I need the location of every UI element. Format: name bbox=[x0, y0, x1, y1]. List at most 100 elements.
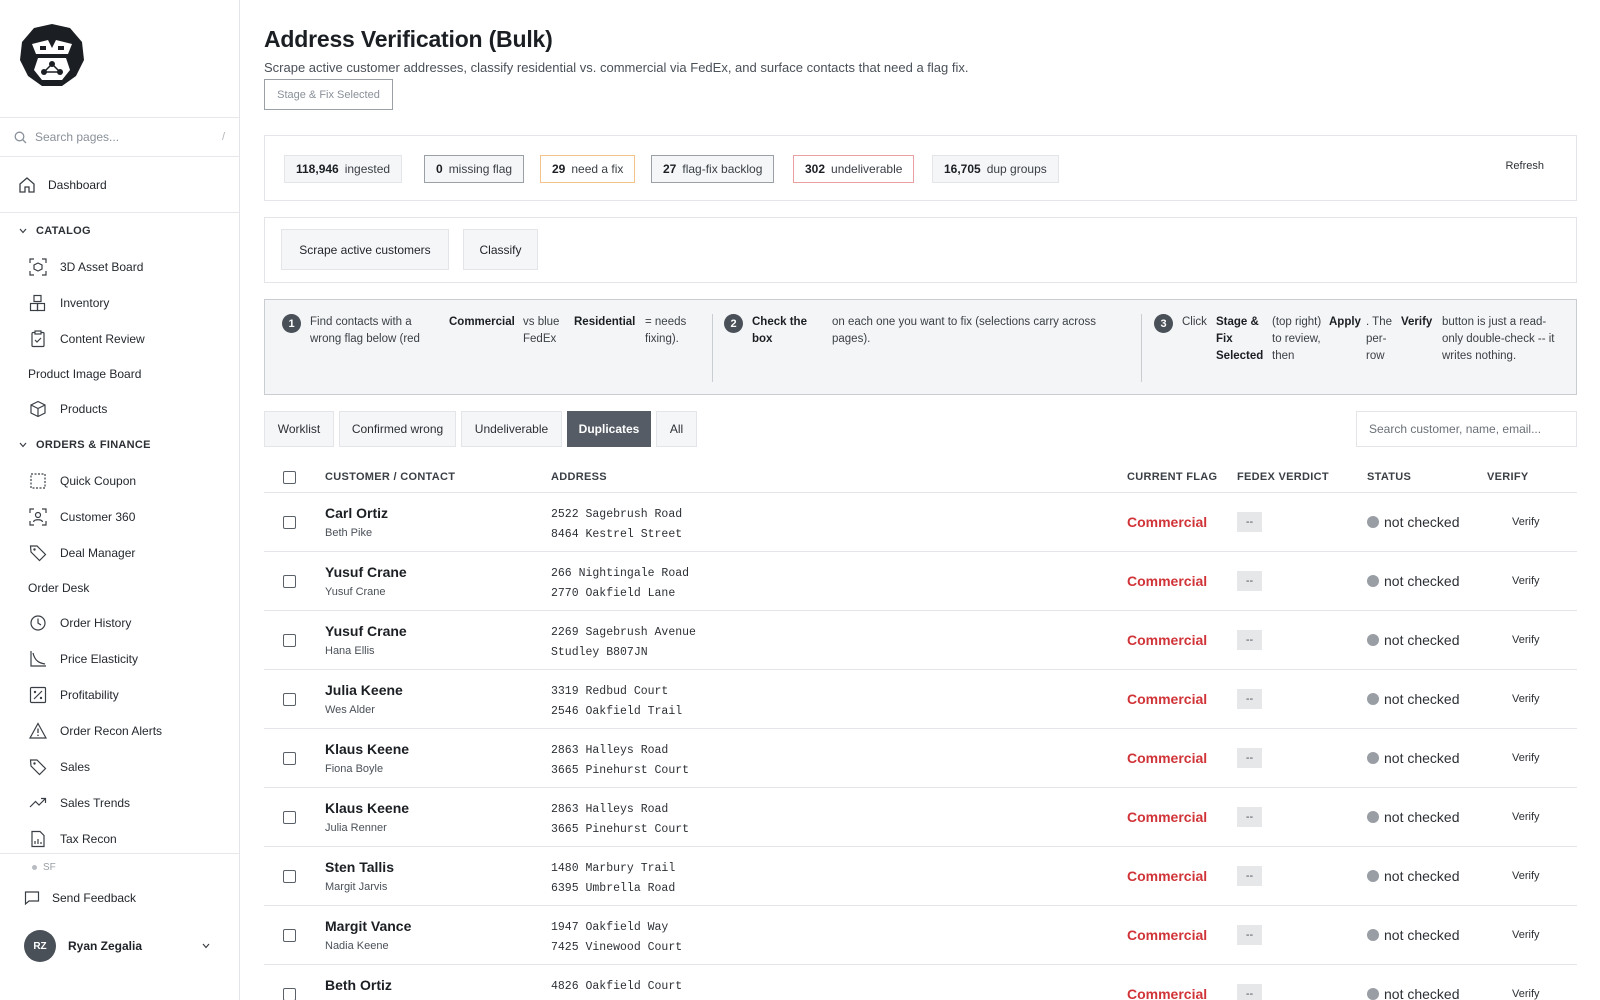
step-text-strong: Commercial bbox=[449, 316, 515, 328]
tab-undeliverable[interactable]: Undeliverable bbox=[461, 411, 562, 447]
row-checkbox[interactable] bbox=[283, 929, 296, 942]
row-checkbox[interactable] bbox=[283, 516, 296, 529]
sidebar-search-input[interactable]: Search pages... bbox=[35, 130, 214, 144]
customer-name[interactable]: Yusuf Crane bbox=[325, 623, 407, 639]
tab-worklist[interactable]: Worklist bbox=[264, 411, 334, 447]
stat-undeliverable[interactable]: 302 undeliverable bbox=[793, 155, 915, 183]
customer-name[interactable]: Sten Tallis bbox=[325, 859, 394, 875]
sidebar-item-label: Quick Coupon bbox=[60, 474, 137, 488]
customer-name[interactable]: Klaus Keene bbox=[325, 741, 409, 757]
status-text: not checked bbox=[1384, 632, 1460, 648]
sidebar-item-order-desk[interactable]: Order Desk bbox=[0, 571, 239, 605]
sidebar-item-order-history[interactable]: Order History bbox=[0, 605, 239, 641]
address-line-2: 2546 Oakfield Trail bbox=[551, 705, 683, 718]
status-cell: not checked bbox=[1367, 573, 1460, 589]
row-checkbox[interactable] bbox=[283, 811, 296, 824]
user-menu[interactable]: RZ Ryan Zegalia bbox=[0, 916, 239, 976]
stat-label: dup groups bbox=[986, 162, 1047, 176]
sidebar-item-quick-coupon[interactable]: Quick Coupon bbox=[0, 463, 239, 499]
tab-duplicates[interactable]: Duplicates bbox=[567, 411, 651, 447]
sidebar-item-3d-asset-board[interactable]: 3D Asset Board bbox=[0, 249, 239, 285]
verify-button[interactable]: Verify bbox=[1512, 516, 1540, 528]
address-line-1: 3319 Redbud Court bbox=[551, 685, 669, 698]
customer-name[interactable]: Margit Vance bbox=[325, 918, 411, 934]
sidebar-item-products[interactable]: Products bbox=[0, 391, 239, 427]
sidebar-search[interactable]: Search pages... / bbox=[0, 118, 239, 157]
chevron-down-icon bbox=[19, 228, 27, 234]
verify-button[interactable]: Verify bbox=[1512, 693, 1540, 705]
row-checkbox[interactable] bbox=[283, 870, 296, 883]
current-flag: Commercial bbox=[1127, 632, 1208, 648]
refresh-button[interactable]: Refresh bbox=[1505, 160, 1544, 172]
tab-all[interactable]: All bbox=[656, 411, 697, 447]
sidebar-nav: CATALOG 3D Asset Board Inventory Content… bbox=[0, 213, 239, 853]
step-text: . The per-row bbox=[1366, 316, 1392, 362]
classify-button[interactable]: Classify bbox=[463, 229, 538, 270]
customer-search-input[interactable] bbox=[1356, 411, 1577, 447]
status-dot-icon bbox=[1367, 752, 1379, 764]
verify-button[interactable]: Verify bbox=[1512, 870, 1540, 882]
gorilla-logo-icon[interactable] bbox=[18, 22, 86, 88]
sidebar-item-dashboard[interactable]: Dashboard bbox=[0, 157, 239, 213]
address-table: CUSTOMER / CONTACT ADDRESS CURRENT FLAG … bbox=[264, 462, 1577, 1000]
current-flag: Commercial bbox=[1127, 573, 1208, 589]
verify-button[interactable]: Verify bbox=[1512, 811, 1540, 823]
sidebar-item-sales-trends[interactable]: Sales Trends bbox=[0, 785, 239, 821]
row-checkbox[interactable] bbox=[283, 634, 296, 647]
sidebar-item-tax-recon[interactable]: Tax Recon bbox=[0, 821, 239, 853]
address-line-2: 6395 Umbrella Road bbox=[551, 882, 676, 895]
sidebar-item-content-review[interactable]: Content Review bbox=[0, 321, 239, 357]
address-cell: 2522 Sagebrush Road 8464 Kestrel Street bbox=[551, 505, 682, 545]
status-cell: not checked bbox=[1367, 809, 1460, 825]
verify-button[interactable]: Verify bbox=[1512, 634, 1540, 646]
table-header: CUSTOMER / CONTACT ADDRESS CURRENT FLAG … bbox=[264, 462, 1577, 493]
sidebar-item-label: Sales Trends bbox=[60, 796, 131, 810]
verify-button[interactable]: Verify bbox=[1512, 988, 1540, 1000]
verify-button[interactable]: Verify bbox=[1512, 575, 1540, 587]
customer-name[interactable]: Klaus Keene bbox=[325, 800, 409, 816]
stat-missing-flag[interactable]: 0 missing flag bbox=[424, 155, 525, 183]
row-checkbox[interactable] bbox=[283, 752, 296, 765]
sidebar-item-customer-360[interactable]: Customer 360 bbox=[0, 499, 239, 535]
step-number: 1 bbox=[282, 314, 301, 333]
status-text: not checked bbox=[1384, 573, 1460, 589]
row-checkbox[interactable] bbox=[283, 988, 296, 1000]
customer-cell: Julia Keene Wes Alder bbox=[325, 682, 403, 716]
sidebar-item-inventory[interactable]: Inventory bbox=[0, 285, 239, 321]
send-feedback-button[interactable]: Send Feedback bbox=[0, 880, 239, 916]
section-catalog-toggle[interactable]: CATALOG bbox=[0, 213, 239, 249]
sidebar-item-label: Content Review bbox=[60, 332, 145, 346]
stage-fix-selected-button[interactable]: Stage & Fix Selected bbox=[264, 79, 393, 110]
trending-up-icon bbox=[29, 797, 47, 808]
address-cell: 1947 Oakfield Way 7425 Vinewood Court bbox=[551, 918, 682, 958]
stat-need-a-fix[interactable]: 29 need a fix bbox=[540, 155, 636, 183]
customer-name[interactable]: Carl Ortiz bbox=[325, 505, 388, 521]
stats-panel: 118,946 ingested 0 missing flag 29 need a f… bbox=[264, 135, 1577, 201]
customer-name[interactable]: Beth Ortiz bbox=[325, 977, 392, 993]
select-all-checkbox[interactable] bbox=[283, 471, 296, 484]
sidebar-item-deal-manager[interactable]: Deal Manager bbox=[0, 535, 239, 571]
address-cell: 2269 Sagebrush Avenue Studley B807JN bbox=[551, 623, 696, 663]
sidebar-item-profitability[interactable]: Profitability bbox=[0, 677, 239, 713]
scrape-active-customers-button[interactable]: Scrape active customers bbox=[281, 229, 449, 270]
address-cell: 3319 Redbud Court 2546 Oakfield Trail bbox=[551, 682, 682, 722]
status-cell: not checked bbox=[1367, 514, 1460, 530]
row-checkbox[interactable] bbox=[283, 575, 296, 588]
customer-name[interactable]: Julia Keene bbox=[325, 682, 403, 698]
sidebar-item-order-recon-alerts[interactable]: Order Recon Alerts bbox=[0, 713, 239, 749]
verify-button[interactable]: Verify bbox=[1512, 929, 1540, 941]
sidebar-item-label: Tax Recon bbox=[60, 832, 117, 846]
logo-area bbox=[0, 0, 239, 118]
sidebar-item-product-image-board[interactable]: Product Image Board bbox=[0, 357, 239, 391]
sidebar-item-price-elasticity[interactable]: Price Elasticity bbox=[0, 641, 239, 677]
row-checkbox[interactable] bbox=[283, 693, 296, 706]
sidebar-item-sales[interactable]: Sales bbox=[0, 749, 239, 785]
tab-confirmed-wrong[interactable]: Confirmed wrong bbox=[339, 411, 456, 447]
status-text: not checked bbox=[1384, 809, 1460, 825]
section-orders-toggle[interactable]: ORDERS & FINANCE bbox=[0, 427, 239, 463]
customer-name[interactable]: Yusuf Crane bbox=[325, 564, 407, 580]
address-line-1: 2269 Sagebrush Avenue bbox=[551, 626, 696, 639]
status-dot-icon bbox=[1367, 929, 1379, 941]
verify-button[interactable]: Verify bbox=[1512, 752, 1540, 764]
stat-flag-fix-backlog[interactable]: 27 flag-fix backlog bbox=[651, 155, 775, 183]
